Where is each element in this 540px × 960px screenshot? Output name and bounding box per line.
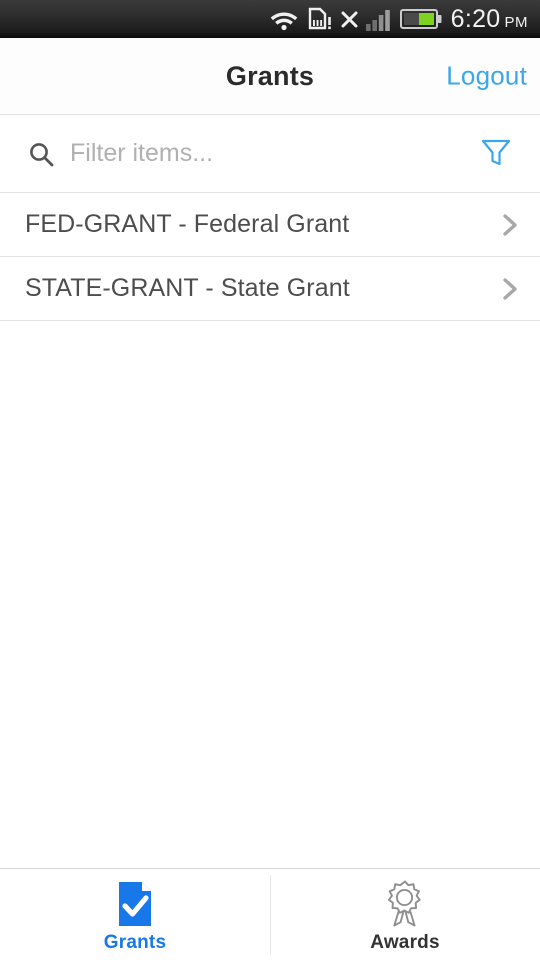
status-bar-clock: 6:20 PM (451, 5, 528, 34)
tab-label-grants: Grants (103, 931, 167, 953)
list-item[interactable]: STATE-GRANT - State Grant (0, 257, 540, 321)
list-item-label: FED-GRANT - Federal Grant (25, 210, 350, 238)
battery-icon (399, 8, 442, 30)
filter-funnel-button[interactable] (466, 126, 526, 182)
chevron-right-icon (500, 276, 522, 302)
grants-list: FED-GRANT - Federal Grant STATE-GRANT - … (0, 193, 540, 321)
bottom-tab-bar: Grants Awards (0, 868, 540, 960)
document-check-icon (113, 880, 157, 928)
chevron-right-icon (500, 212, 522, 238)
clock-ampm: PM (504, 13, 528, 31)
logout-button[interactable]: Logout (446, 61, 527, 92)
award-ribbon-icon (382, 880, 428, 928)
funnel-icon (479, 135, 513, 172)
signal-bars-icon (365, 7, 392, 31)
tab-awards[interactable]: Awards (270, 869, 540, 960)
status-bar: 6:20 PM (0, 0, 540, 38)
list-item-label: STATE-GRANT - State Grant (25, 274, 350, 302)
sdcard-warning-icon (307, 6, 333, 32)
search-icon (28, 141, 54, 167)
no-service-x-icon (341, 11, 358, 28)
tab-label-awards: Awards (370, 931, 440, 953)
app-header: Grants Logout (0, 38, 540, 115)
list-item[interactable]: FED-GRANT - Federal Grant (0, 193, 540, 257)
status-bar-icons (269, 0, 442, 38)
clock-time: 6:20 (450, 4, 501, 33)
filter-bar (0, 115, 540, 193)
tab-grants[interactable]: Grants (0, 869, 270, 960)
page-title: Grants (225, 60, 315, 91)
wifi-icon (269, 7, 299, 31)
filter-input[interactable] (70, 139, 466, 168)
